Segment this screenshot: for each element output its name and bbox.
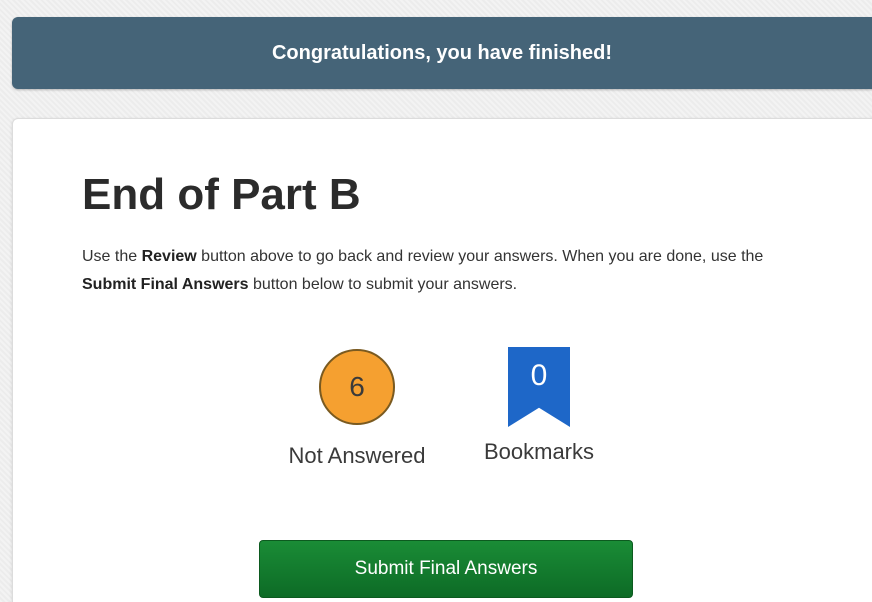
bookmarks-label: Bookmarks — [483, 439, 595, 464]
not-answered-label: Not Answered — [288, 443, 426, 468]
bookmarks-status: 0 Bookmarks — [463, 347, 615, 466]
submit-keyword: Submit Final Answers — [82, 276, 249, 293]
submit-final-answers-button[interactable]: Submit Final Answers — [259, 540, 633, 598]
instructions-part-1: Use the — [82, 248, 142, 265]
end-of-section-panel: End of Part B Use the Review button abov… — [12, 118, 872, 602]
instructions-text: Use the Review button above to go back a… — [82, 243, 802, 299]
bookmark-ribbon-icon: 0 — [508, 347, 570, 427]
instructions-part-3: button below to submit your answers. — [248, 276, 518, 293]
bookmarks-count: 0 — [530, 359, 548, 392]
completion-banner: Congratulations, you have finished! — [12, 17, 872, 89]
not-answered-count-icon: 6 — [319, 349, 395, 425]
page-title: End of Part B — [82, 170, 361, 219]
banner-text: Congratulations, you have finished! — [271, 42, 613, 64]
review-keyword: Review — [141, 248, 197, 265]
not-answered-status: 6 Not Answered — [272, 349, 442, 470]
instructions-part-2: button above to go back and review your … — [196, 248, 764, 265]
not-answered-count: 6 — [349, 371, 365, 402]
